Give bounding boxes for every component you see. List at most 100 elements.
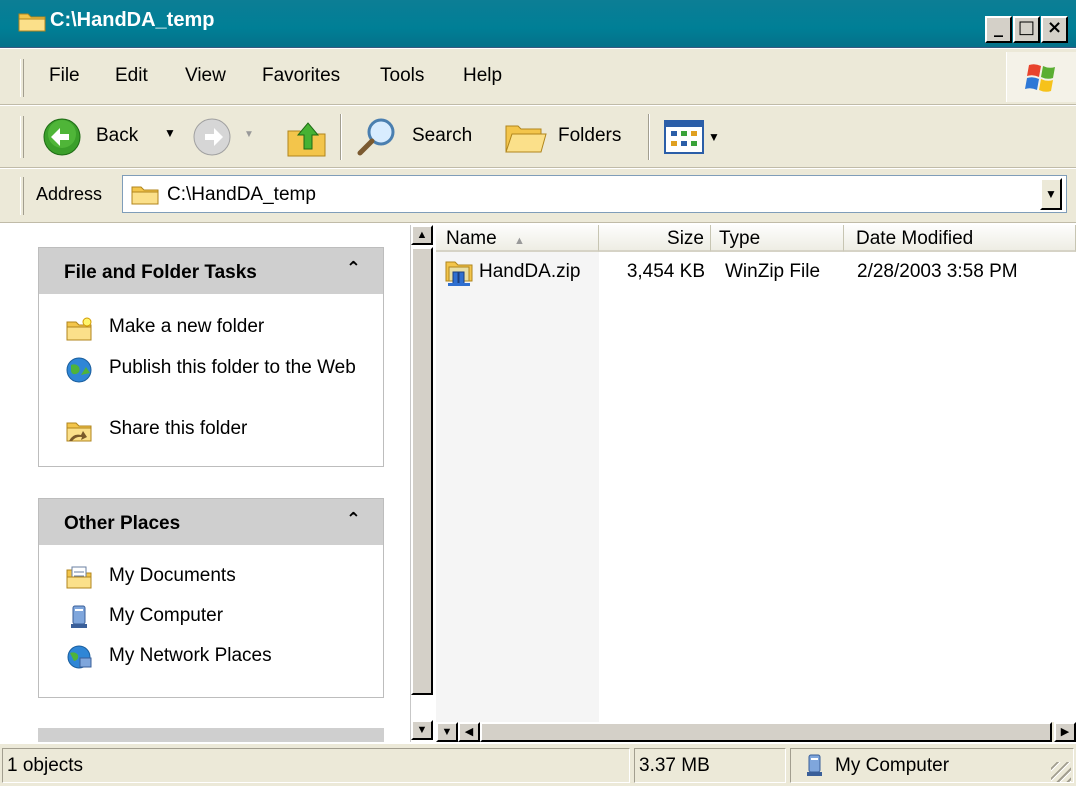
back-button[interactable]: Back ▼ <box>40 114 190 160</box>
collapse-chevron-icon[interactable]: ⌃ <box>346 509 361 530</box>
arrow-right-icon: ▶ <box>1060 726 1070 738</box>
menu-grip[interactable] <box>20 59 24 97</box>
task-make-new-folder[interactable]: Make a new folder <box>109 316 264 338</box>
new-folder-icon <box>66 317 92 341</box>
hscroll-thumb[interactable] <box>480 722 1052 742</box>
file-folder-tasks-header[interactable]: File and Folder Tasks ⌃ <box>39 248 383 294</box>
folders-label: Folders <box>558 125 622 146</box>
scroll-right-button[interactable]: ▶ <box>1054 722 1076 742</box>
chevron-down-icon: ▼ <box>1045 187 1057 201</box>
sorted-column-highlight <box>436 251 599 722</box>
folder-icon <box>131 186 159 205</box>
my-computer-icon <box>71 605 87 628</box>
address-label: Address <box>36 184 103 204</box>
maximize-button[interactable]: □ <box>1013 16 1040 43</box>
scroll-down-button[interactable]: ▼ <box>411 720 433 740</box>
close-button[interactable]: × <box>1041 16 1068 43</box>
my-documents-icon <box>66 566 92 589</box>
arrow-left-icon: ◀ <box>464 726 474 738</box>
task-pane: File and Folder Tasks ⌃ Make a new folde… <box>0 225 410 742</box>
winzip-file-icon <box>445 261 473 286</box>
address-value: C:\HandDA_temp <box>167 184 316 205</box>
windows-flag-icon <box>1025 64 1055 92</box>
status-location: My Computer <box>835 755 950 776</box>
publish-web-icon <box>66 357 92 383</box>
back-label: Back <box>96 125 139 146</box>
title-bar[interactable]: C:\HandDA_temp _ □ × <box>0 0 1076 48</box>
file-name: HandDA.zip <box>479 261 581 282</box>
scroll-up-button[interactable]: ▲ <box>411 225 433 245</box>
status-object-count: 1 objects <box>2 748 630 783</box>
folder-up-icon[interactable] <box>286 115 328 159</box>
sort-ascending-icon: ▲ <box>513 235 525 247</box>
windows-logo <box>1006 52 1076 102</box>
back-dropdown-icon[interactable]: ▼ <box>164 126 176 140</box>
column-header-name[interactable]: Name ▲ <box>436 225 599 252</box>
task-publish-folder[interactable]: Publish this folder to the Web <box>109 357 369 379</box>
search-icon <box>357 118 395 156</box>
menu-favorites[interactable]: Favorites <box>262 65 340 87</box>
arrow-down-icon: ▼ <box>441 726 453 738</box>
task-pane-scrollbar[interactable]: ▲ ▼ <box>410 225 434 742</box>
file-type: WinZip File <box>725 261 821 282</box>
column-header-type[interactable]: Type <box>711 225 844 252</box>
menu-view[interactable]: View <box>185 65 226 87</box>
address-bar: Address C:\HandDA_temp ▼ <box>0 169 1076 223</box>
status-location-panel: My Computer <box>790 748 1074 783</box>
minimize-button[interactable]: _ <box>985 16 1012 43</box>
menu-help[interactable]: Help <box>463 65 502 87</box>
file-date-modified: 2/28/2003 3:58 PM <box>857 261 1018 282</box>
folders-button[interactable]: Folders <box>500 114 640 160</box>
share-folder-icon <box>66 422 92 442</box>
search-button[interactable]: Search <box>352 114 487 160</box>
column-header-size[interactable]: Size <box>599 225 711 252</box>
task-share-folder[interactable]: Share this folder <box>109 418 247 440</box>
column-name-label: Name <box>446 228 497 249</box>
views-grid-icon <box>664 120 704 154</box>
scroll-thumb[interactable] <box>411 247 433 695</box>
menu-file[interactable]: File <box>49 65 80 87</box>
menu-edit[interactable]: Edit <box>115 65 148 87</box>
column-header-date[interactable]: Date Modified <box>844 225 1076 252</box>
back-arrow-icon <box>43 118 81 156</box>
resize-grip-icon[interactable] <box>1051 762 1071 782</box>
toolbar-separator <box>648 114 650 160</box>
file-folder-tasks-box: File and Folder Tasks ⌃ Make a new folde… <box>38 247 384 467</box>
address-input[interactable]: C:\HandDA_temp <box>122 175 1067 213</box>
status-size: 3.37 MB <box>634 748 786 783</box>
other-places-header[interactable]: Other Places ⌃ <box>39 499 383 545</box>
address-dropdown-button[interactable]: ▼ <box>1040 178 1062 210</box>
details-header-partial[interactable] <box>38 728 384 742</box>
folder-icon <box>18 13 46 32</box>
file-list-view[interactable]: Name ▲ Size Type Date Modified HandDA.zi… <box>436 225 1076 742</box>
menu-tools[interactable]: Tools <box>380 65 424 87</box>
collapse-chevron-icon[interactable]: ⌃ <box>346 258 361 279</box>
toolbar: Back ▼ ▼ Search Folders ▼ <box>0 106 1076 168</box>
file-folder-tasks-title: File and Folder Tasks <box>64 262 257 283</box>
scroll-down-button-corner[interactable]: ▼ <box>436 722 458 742</box>
file-list-hscrollbar[interactable]: ▼ ◀ ▶ <box>436 722 1076 742</box>
place-my-documents[interactable]: My Documents <box>109 565 236 587</box>
menu-bar: File Edit View Favorites Tools Help <box>0 49 1076 105</box>
forward-arrow-icon <box>193 118 231 156</box>
file-size: 3,454 KB <box>626 261 705 282</box>
forward-button[interactable]: ▼ <box>190 114 270 160</box>
network-places-icon <box>67 645 92 669</box>
place-network-places[interactable]: My Network Places <box>109 645 272 667</box>
toolbar-grip[interactable] <box>20 116 24 158</box>
address-grip[interactable] <box>20 177 24 215</box>
views-button[interactable]: ▼ <box>660 116 730 158</box>
arrow-up-icon: ▲ <box>416 229 428 241</box>
table-row[interactable]: HandDA.zip 3,454 KB WinZip File 2/28/200… <box>436 255 1076 291</box>
toolbar-separator <box>340 114 342 160</box>
status-bar: 1 objects 3.37 MB My Computer <box>0 743 1076 786</box>
scroll-left-button[interactable]: ◀ <box>458 722 480 742</box>
other-places-title: Other Places <box>64 513 181 534</box>
place-my-computer[interactable]: My Computer <box>109 605 223 627</box>
folders-icon <box>505 125 547 153</box>
arrow-down-icon: ▼ <box>416 724 428 736</box>
views-dropdown-icon[interactable]: ▼ <box>708 130 720 144</box>
my-computer-icon <box>807 754 822 776</box>
window-title: C:\HandDA_temp <box>50 9 215 31</box>
forward-dropdown-icon[interactable]: ▼ <box>244 129 254 140</box>
